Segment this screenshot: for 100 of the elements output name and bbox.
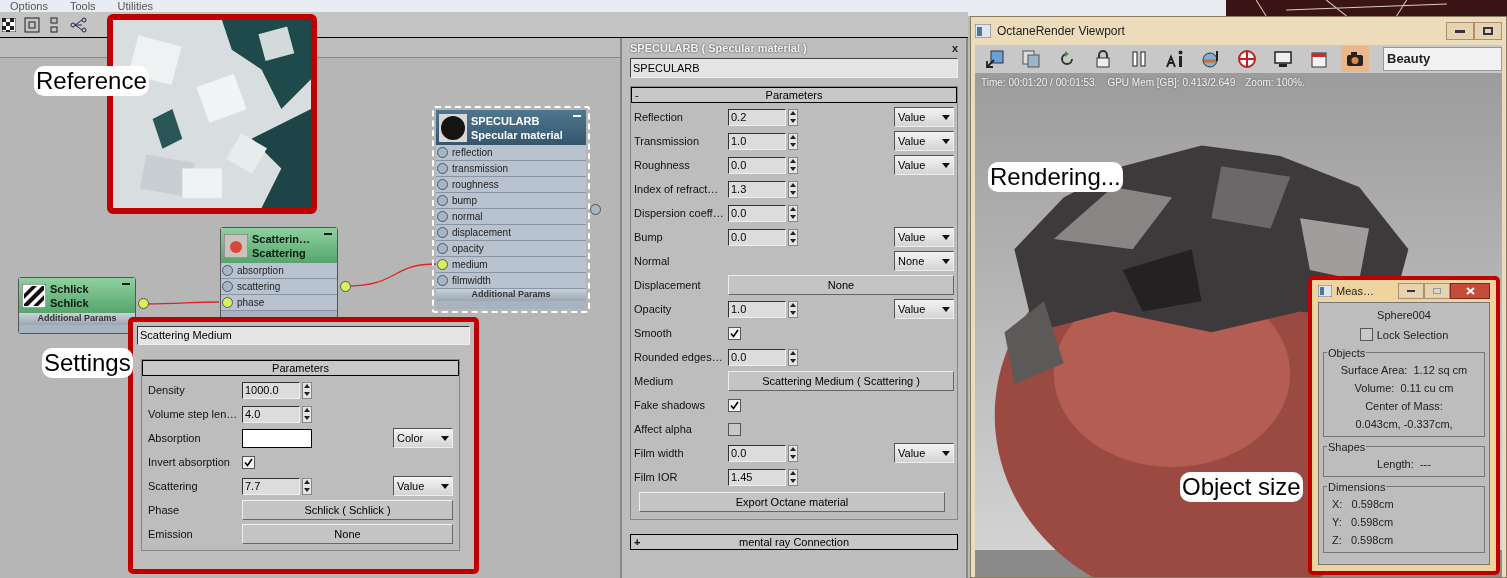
callout-label: Object size [1180, 472, 1303, 502]
spinner-arrows-icon[interactable] [788, 108, 798, 126]
spinner-arrows-icon[interactable] [788, 348, 798, 366]
dropdown[interactable]: Value [894, 131, 954, 151]
map-button[interactable]: None [728, 275, 954, 295]
map-button[interactable]: Scattering Medium ( Scattering ) [728, 371, 954, 391]
menu-item[interactable]: Options [10, 0, 48, 12]
map-button[interactable]: Schlick ( Schlick ) [242, 500, 453, 520]
spinner-arrows-icon[interactable] [788, 228, 798, 246]
spinner-arrows-icon[interactable] [788, 300, 798, 318]
node-type: Schlick [50, 295, 89, 310]
spinner-arrows-icon[interactable] [788, 180, 798, 198]
graph-node[interactable]: SPECULARB Specular material reflection transmission roughness bump normal displacement opacity medium filmwidth Additional Params [432, 106, 590, 313]
checkbox[interactable] [728, 326, 741, 340]
menu-item[interactable]: Tools [69, 0, 96, 12]
dropdown[interactable]: Value [894, 155, 954, 175]
calendar-icon [1309, 49, 1329, 69]
number-field[interactable]: 4.0 [242, 405, 300, 423]
spinner-arrows-icon[interactable] [788, 132, 798, 150]
toolbar-button[interactable] [1341, 46, 1369, 72]
close-icon [1465, 287, 1475, 295]
output-socket[interactable] [590, 204, 601, 215]
param-label: Smooth [634, 325, 673, 341]
frame-icon[interactable] [24, 16, 40, 33]
number-field[interactable]: 1.0 [728, 132, 786, 150]
number-field[interactable]: 0.0 [728, 204, 786, 222]
minimize-button[interactable] [1446, 22, 1474, 40]
spinner-arrows-icon[interactable] [788, 444, 798, 462]
caret-icon [441, 483, 449, 489]
lock-icon [1093, 49, 1113, 69]
socket[interactable] [222, 297, 233, 308]
additional-params-bar[interactable]: Additional Params [436, 289, 586, 301]
spinner-arrows-icon[interactable] [302, 405, 312, 423]
pass-dropdown[interactable]: Beauty [1383, 47, 1502, 71]
menu-item[interactable]: Utilities [117, 0, 154, 12]
name-field[interactable]: Scattering Medium [137, 326, 470, 345]
close-button[interactable] [1450, 283, 1490, 299]
number-field[interactable]: 0.2 [728, 108, 786, 126]
color-swatch[interactable] [242, 428, 312, 448]
rollout-header[interactable]: Parameters [142, 360, 459, 376]
socket[interactable] [437, 211, 448, 222]
checkbox[interactable] [728, 422, 741, 436]
number-field[interactable]: 1.3 [728, 180, 786, 198]
socket[interactable] [437, 195, 448, 206]
checkbox[interactable] [242, 455, 255, 469]
graph-node[interactable]: Scatterin… Scattering absorption scattering phase [220, 227, 338, 320]
rollout-header[interactable]: - Parameters [631, 87, 957, 103]
socket[interactable] [437, 259, 448, 270]
checker-icon[interactable] [2, 17, 16, 32]
number-field[interactable]: 0.0 [728, 348, 786, 366]
spinner-arrows-icon[interactable] [788, 468, 798, 486]
measure-value: X: 0.598cm [1331, 497, 1395, 512]
measure-value: Surface Area: 1.12 sq cm [1339, 363, 1469, 378]
socket[interactable] [222, 281, 233, 292]
rollout-header[interactable]: + mental ray Connection [630, 534, 958, 550]
dropdown[interactable]: Value [894, 107, 954, 127]
socket[interactable] [437, 179, 448, 190]
caret-icon [942, 114, 950, 120]
minimize-button[interactable] [1398, 283, 1424, 299]
socket-label: normal [452, 210, 483, 224]
copy-icon [1021, 49, 1041, 69]
checkbox[interactable] [1359, 328, 1373, 342]
socket[interactable] [437, 243, 448, 254]
spinner-arrows-icon[interactable] [302, 477, 312, 495]
spinner-arrows-icon[interactable] [788, 156, 798, 174]
checkbox[interactable] [728, 398, 741, 412]
socket-label: filmwidth [452, 274, 491, 288]
measure-value: Y: 0.598cm [1331, 515, 1395, 530]
dropdown[interactable]: None [894, 251, 954, 271]
export-icon [985, 49, 1005, 69]
dropdown[interactable]: Value [894, 227, 954, 247]
socket[interactable] [437, 275, 448, 286]
number-field[interactable]: 0.0 [728, 444, 786, 462]
spinner-arrows-icon[interactable] [302, 381, 312, 399]
socket[interactable] [437, 147, 448, 158]
maximize-button[interactable] [1474, 22, 1502, 40]
additional-params-bar[interactable]: Additional Params [19, 313, 135, 325]
graph-node[interactable]: Schlick Schlick Additional Params [18, 277, 136, 334]
dropdown[interactable]: Color [393, 428, 453, 448]
output-socket[interactable] [138, 298, 149, 309]
hierarchy-icon[interactable] [70, 16, 88, 33]
spinner-arrows-icon[interactable] [788, 204, 798, 222]
number-field[interactable]: 1000.0 [242, 381, 300, 399]
number-field[interactable]: 0.0 [728, 156, 786, 174]
number-field[interactable]: 0.0 [728, 228, 786, 246]
number-field[interactable]: 1.0 [728, 300, 786, 318]
dropdown[interactable]: Value [393, 476, 453, 496]
dropdown[interactable]: Value [894, 443, 954, 463]
output-socket[interactable] [340, 281, 351, 292]
socket[interactable] [437, 227, 448, 238]
map-button[interactable]: None [242, 524, 453, 544]
name-field[interactable]: SPECULARB [630, 58, 958, 78]
dropdown[interactable]: Value [894, 299, 954, 319]
export-button[interactable]: Export Octane material [639, 492, 945, 513]
close-button[interactable]: x [951, 39, 958, 57]
param-label: Medium [634, 373, 675, 389]
number-field[interactable]: 7.7 [242, 477, 300, 495]
socket[interactable] [222, 265, 233, 276]
socket[interactable] [437, 163, 448, 174]
number-field[interactable]: 1.45 [728, 468, 786, 486]
